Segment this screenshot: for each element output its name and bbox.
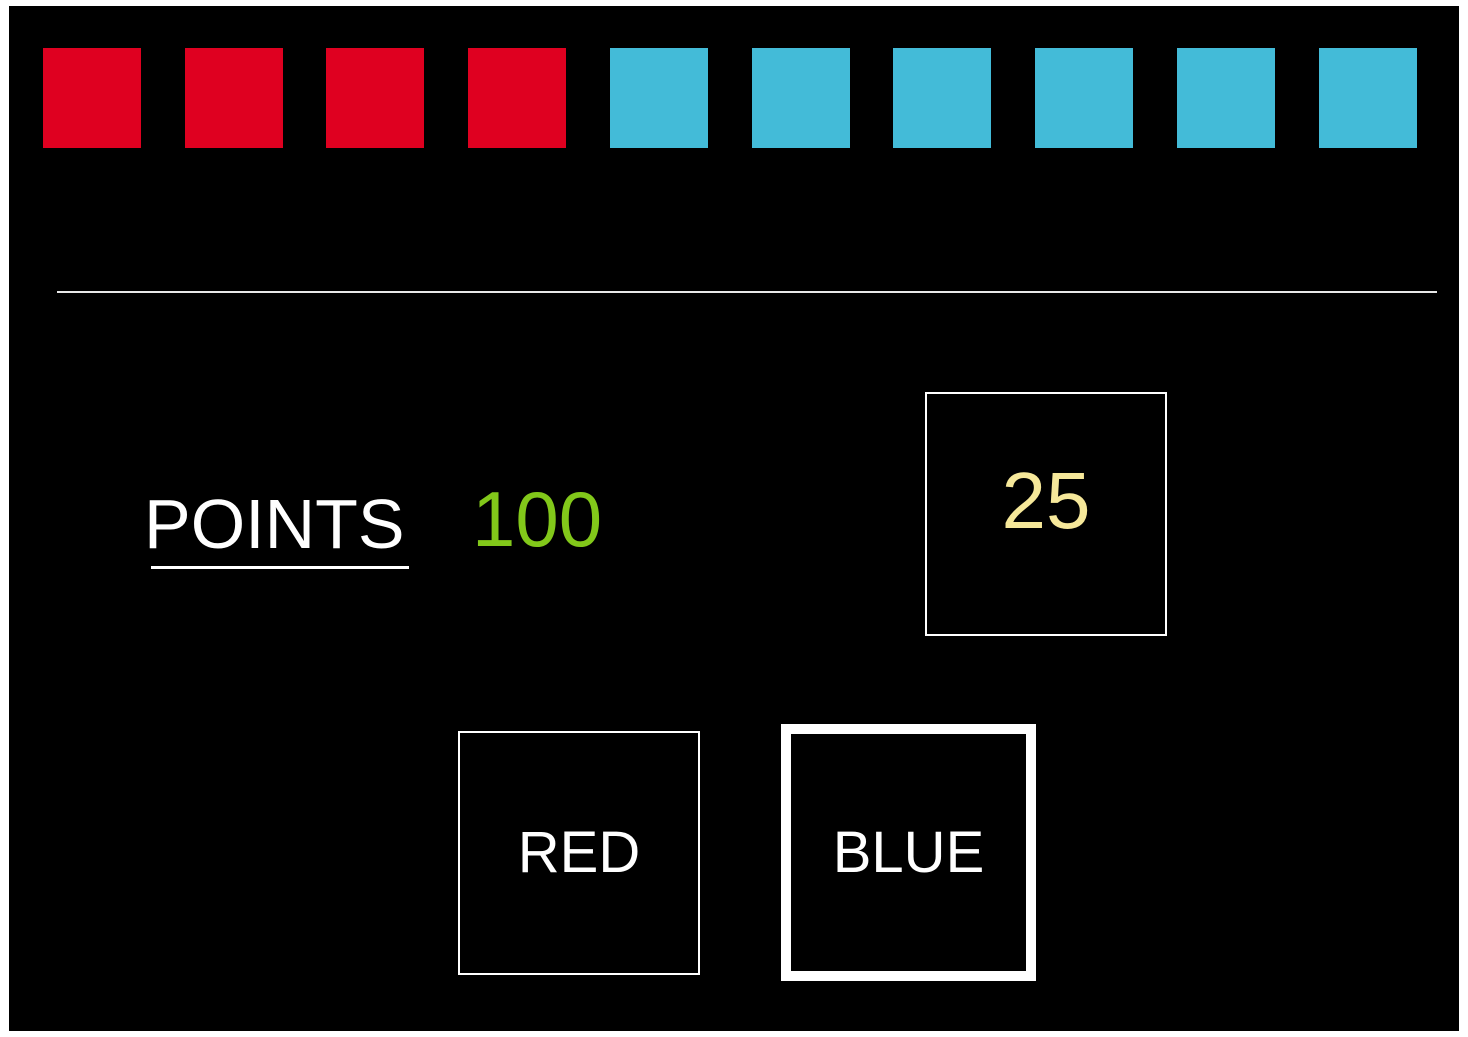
divider-line bbox=[57, 291, 1437, 293]
color-tile bbox=[43, 48, 141, 148]
counter-box: 25 bbox=[925, 392, 1167, 636]
color-tile bbox=[185, 48, 283, 148]
color-tile bbox=[752, 48, 850, 148]
points-label: POINTS bbox=[144, 485, 405, 563]
game-screen: POINTS 100 25 RED BLUE bbox=[9, 6, 1459, 1031]
color-tile bbox=[326, 48, 424, 148]
red-button-label: RED bbox=[517, 820, 641, 885]
red-button[interactable]: RED bbox=[458, 731, 700, 975]
counter-value: 25 bbox=[1001, 456, 1091, 545]
color-tile bbox=[1177, 48, 1275, 148]
color-tile-row bbox=[43, 48, 1417, 148]
color-tile bbox=[1319, 48, 1417, 148]
color-tile bbox=[1035, 48, 1133, 148]
color-tile bbox=[468, 48, 566, 148]
color-tile bbox=[893, 48, 991, 148]
points-value: 100 bbox=[472, 475, 603, 563]
color-tile bbox=[610, 48, 708, 148]
blue-button[interactable]: BLUE bbox=[781, 724, 1036, 981]
points-underline bbox=[151, 566, 409, 569]
blue-button-label: BLUE bbox=[832, 819, 985, 885]
